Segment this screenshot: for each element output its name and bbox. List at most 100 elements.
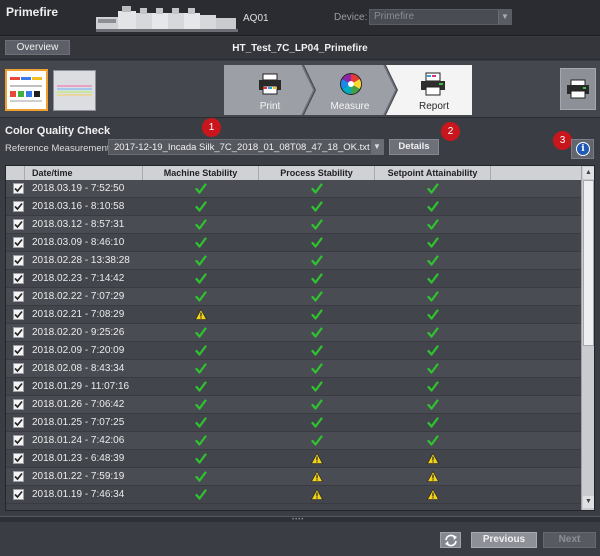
row-checkbox[interactable]	[13, 219, 24, 230]
check-icon	[311, 236, 323, 248]
table-row[interactable]: 2018.01.26 - 7:06:42	[6, 396, 581, 414]
reference-measurement-label: Reference Measurement:	[5, 143, 113, 154]
row-checkbox[interactable]	[13, 399, 24, 410]
row-checkbox[interactable]	[13, 453, 24, 464]
step-measure-label[interactable]: Measure	[320, 101, 380, 112]
row-checkbox[interactable]	[13, 471, 24, 482]
device-select-value: Primefire	[374, 11, 415, 22]
table-header: Date/time Machine Stability Process Stab…	[6, 166, 581, 180]
refresh-button[interactable]	[440, 532, 461, 548]
table-row[interactable]: 2018.01.24 - 7:42:06	[6, 432, 581, 450]
printer-icon[interactable]	[258, 73, 282, 95]
setpoint-attainability-cell	[375, 432, 491, 449]
check-icon	[427, 362, 439, 374]
table-row[interactable]: 2018.01.29 - 11:07:16	[6, 378, 581, 396]
setpoint-attainability-cell	[375, 324, 491, 341]
process-stability-cell	[259, 432, 375, 449]
reference-measurement-select[interactable]: 2017-12-19_Incada Silk_7C_2018_01_08T08_…	[108, 139, 384, 155]
machine-stability-cell	[143, 414, 259, 431]
check-icon	[427, 434, 439, 446]
column-header-spacer	[491, 166, 581, 180]
device-select[interactable]: Primefire ▼	[369, 9, 512, 25]
row-checkbox[interactable]	[13, 381, 24, 392]
step-report-label[interactable]: Report	[404, 101, 464, 112]
check-icon	[195, 362, 207, 374]
press-machine-image	[96, 6, 238, 32]
machine-stability-cell	[143, 432, 259, 449]
check-icon	[311, 416, 323, 428]
print-report-button[interactable]	[560, 68, 596, 110]
row-checkbox[interactable]	[13, 489, 24, 500]
layout-thumbnail-selected[interactable]	[5, 69, 48, 111]
step-print-label[interactable]: Print	[240, 101, 300, 112]
table-row[interactable]: 2018.03.12 - 8:57:31	[6, 216, 581, 234]
setpoint-attainability-cell	[375, 306, 491, 323]
warning-icon	[310, 470, 324, 482]
workflow-bar: Print Measure Report	[0, 61, 600, 118]
scrollbar-thumb[interactable]	[583, 180, 594, 346]
row-date: 2018.03.16 - 8:10:58	[32, 201, 125, 212]
check-icon	[311, 200, 323, 212]
table-row[interactable]: 2018.02.23 - 7:14:42	[6, 270, 581, 288]
scroll-up-icon[interactable]: ▲	[583, 167, 594, 179]
column-header-date[interactable]: Date/time	[25, 166, 143, 180]
row-checkbox[interactable]	[13, 273, 24, 284]
check-icon	[427, 344, 439, 356]
report-printer-icon[interactable]	[420, 72, 446, 96]
check-icon	[195, 200, 207, 212]
row-checkbox[interactable]	[13, 363, 24, 374]
setpoint-attainability-cell	[375, 396, 491, 413]
setpoint-attainability-cell	[375, 414, 491, 431]
workflow-steps: Print Measure Report	[224, 65, 472, 115]
checkmark-icon	[14, 364, 23, 373]
machine-stability-cell	[143, 324, 259, 341]
check-icon	[427, 308, 439, 320]
details-button[interactable]: Details	[389, 139, 439, 155]
setpoint-attainability-cell	[375, 270, 491, 287]
process-stability-cell	[259, 270, 375, 287]
table-row[interactable]: 2018.02.20 - 9:25:26	[6, 324, 581, 342]
table-row[interactable]: 2018.01.22 - 7:59:19	[6, 468, 581, 486]
column-header-process-stability[interactable]: Process Stability	[259, 166, 375, 180]
checkmark-icon	[14, 436, 23, 445]
column-header-machine-stability[interactable]: Machine Stability	[143, 166, 259, 180]
row-checkbox[interactable]	[13, 345, 24, 356]
row-date: 2018.02.20 - 9:25:26	[32, 327, 125, 338]
check-icon	[427, 200, 439, 212]
row-checkbox[interactable]	[13, 255, 24, 266]
column-header-select[interactable]	[6, 166, 25, 180]
table-row[interactable]: 2018.02.22 - 7:07:29	[6, 288, 581, 306]
row-checkbox[interactable]	[13, 291, 24, 302]
row-checkbox[interactable]	[13, 417, 24, 428]
table-row[interactable]: 2018.02.28 - 13:38:28	[6, 252, 581, 270]
row-checkbox[interactable]	[13, 183, 24, 194]
previous-button[interactable]: Previous	[471, 532, 537, 548]
layout-thumbnail[interactable]	[53, 70, 96, 111]
row-checkbox[interactable]	[13, 309, 24, 320]
column-header-setpoint-attainability[interactable]: Setpoint Attainability	[375, 166, 491, 180]
scroll-down-icon[interactable]: ▼	[583, 496, 594, 508]
row-checkbox[interactable]	[13, 327, 24, 338]
check-icon	[427, 182, 439, 194]
table-row[interactable]: 2018.02.08 - 8:43:34	[6, 360, 581, 378]
setpoint-attainability-cell	[375, 468, 491, 485]
table-row[interactable]: 2018.02.09 - 7:20:09	[6, 342, 581, 360]
check-icon	[195, 272, 207, 284]
table-row[interactable]: 2018.01.23 - 6:48:39	[6, 450, 581, 468]
check-icon	[195, 218, 207, 230]
setpoint-attainability-cell	[375, 378, 491, 395]
table-row[interactable]: 2018.01.19 - 7:46:34	[6, 486, 581, 504]
row-checkbox[interactable]	[13, 435, 24, 446]
color-wheel-icon[interactable]	[339, 72, 363, 96]
app-name: Primefire	[6, 5, 59, 19]
table-row[interactable]: 2018.03.19 - 7:52:50	[6, 180, 581, 198]
table-scrollbar[interactable]: ▲ ▼	[581, 166, 594, 510]
table-row[interactable]: 2018.01.25 - 7:07:25	[6, 414, 581, 432]
row-checkbox[interactable]	[13, 201, 24, 212]
check-icon	[311, 326, 323, 338]
table-row[interactable]: 2018.03.16 - 8:10:58	[6, 198, 581, 216]
row-checkbox[interactable]	[13, 237, 24, 248]
info-button[interactable]: i	[571, 139, 594, 159]
table-row[interactable]: 2018.02.21 - 7:08:29	[6, 306, 581, 324]
table-row[interactable]: 2018.03.09 - 8:46:10	[6, 234, 581, 252]
